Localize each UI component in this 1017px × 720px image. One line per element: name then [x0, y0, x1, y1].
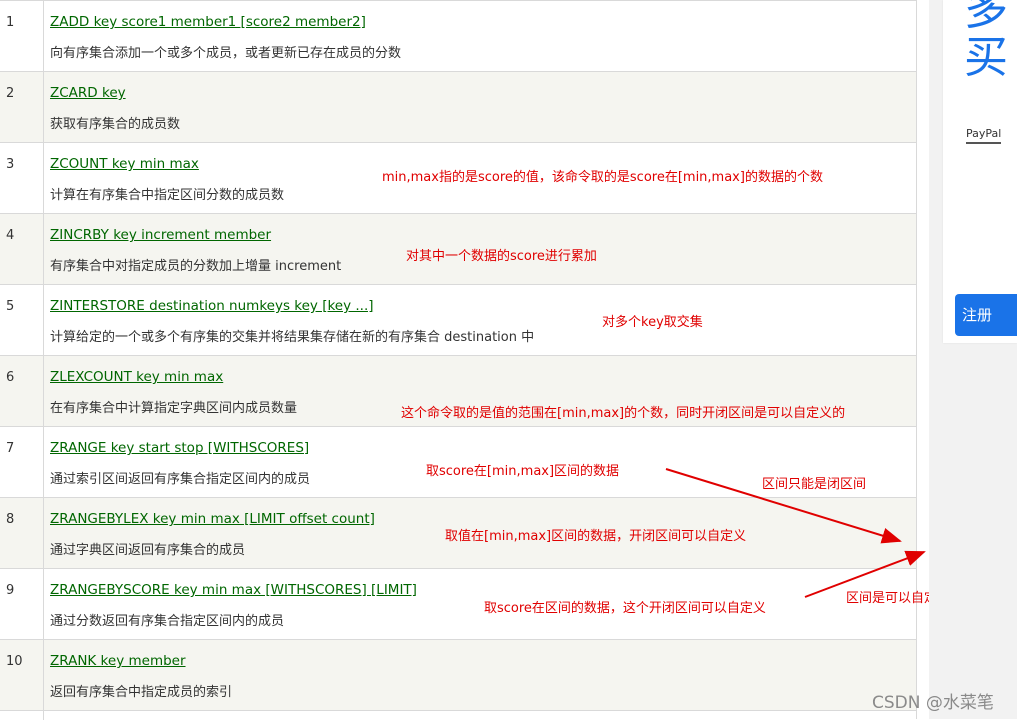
command-link[interactable]: ZINTERSTORE destination numkeys key [key…	[50, 298, 374, 314]
command-link[interactable]: ZRANGEBYLEX key min max [LIMIT offset co…	[50, 511, 375, 527]
command-description: 在有序集合中计算指定字典区间内成员数量	[50, 401, 298, 416]
register-button[interactable]: 注册	[955, 294, 1017, 336]
row-number: 4	[0, 214, 44, 284]
annotation-zincrby: 对其中一个数据的score进行累加	[406, 249, 597, 264]
row-number: 7	[0, 427, 44, 497]
command-link[interactable]: ZCOUNT key min max	[50, 156, 199, 172]
annotation-zinterstore: 对多个key取交集	[602, 315, 703, 330]
command-link[interactable]: ZRANGE key start stop [WITHSCORES]	[50, 440, 309, 456]
ad-heading-line2: 买	[964, 32, 1008, 83]
command-link[interactable]: ZRANK key member	[50, 653, 186, 669]
ad-heading-line1: 多	[964, 0, 1008, 35]
command-description: 计算在有序集合中指定区间分数的成员数	[50, 188, 285, 203]
command-description: 向有序集合添加一个或多个成员，或者更新已存在成员的分数	[50, 46, 402, 61]
row-number: 1	[0, 1, 44, 71]
row-number: 10	[0, 640, 44, 710]
table-row: 10 ZRANK key member 返回有序集合中指定成员的索引	[0, 640, 916, 711]
command-description: 通过分数返回有序集合指定区间内的成员	[50, 614, 285, 629]
command-description: 通过字典区间返回有序集合的成员	[50, 543, 246, 558]
row-number: 5	[0, 285, 44, 355]
annotation-zcount: min,max指的是score的值，该命令取的是score在[min,max]的…	[382, 170, 823, 185]
command-table: 1 ZADD key score1 member1 [score2 member…	[0, 0, 917, 720]
command-link[interactable]: ZINCRBY key increment member	[50, 227, 271, 243]
command-description: 通过索引区间返回有序集合指定区间内的成员	[50, 472, 311, 487]
annotation-closed-only: 区间只能是闭区间	[762, 477, 867, 492]
command-link[interactable]: ZCARD key	[50, 85, 126, 101]
command-link[interactable]: ZADD key score1 member1 [score2 member2]	[50, 14, 366, 30]
table-row: 5 ZINTERSTORE destination numkeys key [k…	[0, 285, 916, 356]
command-description: 返回有序集合中指定成员的索引	[50, 685, 233, 700]
row-number: 6	[0, 356, 44, 426]
csdn-watermark: CSDN @水菜笔	[872, 693, 994, 713]
command-link[interactable]: ZRANGEBYSCORE key min max [WITHSCORES] […	[50, 582, 417, 598]
command-description: 获取有序集合的成员数	[50, 117, 181, 132]
row-number: 3	[0, 143, 44, 213]
row-number: 2	[0, 72, 44, 142]
command-description: 有序集合中对指定成员的分数加上增量 increment	[50, 259, 342, 274]
table-row: 9 ZRANGEBYSCORE key min max [WITHSCORES]…	[0, 569, 916, 640]
annotation-zrange: 取score在[min,max]区间的数据	[426, 464, 620, 479]
paypal-link[interactable]: PayPal	[966, 127, 1002, 144]
command-description: 计算给定的一个或多个有序集的交集并将结果集存储在新的有序集合 destinati…	[50, 330, 535, 345]
annotation-zrangebylex: 取值在[min,max]区间的数据，开闭区间可以自定义	[445, 529, 747, 544]
row-number: 9	[0, 569, 44, 639]
table-row: 1 ZADD key score1 member1 [score2 member…	[0, 1, 916, 72]
command-link[interactable]: ZLEXCOUNT key min max	[50, 369, 223, 385]
table-row: 2 ZCARD key 获取有序集合的成员数	[0, 72, 916, 143]
annotation-zrangebyscore: 取score在区间的数据，这个开闭区间可以自定义	[484, 601, 766, 616]
row-number: 8	[0, 498, 44, 568]
annotation-zlexcount: 这个命令取的是值的范围在[min,max]的个数，同时开闭区间是可以自定义的	[401, 406, 846, 421]
